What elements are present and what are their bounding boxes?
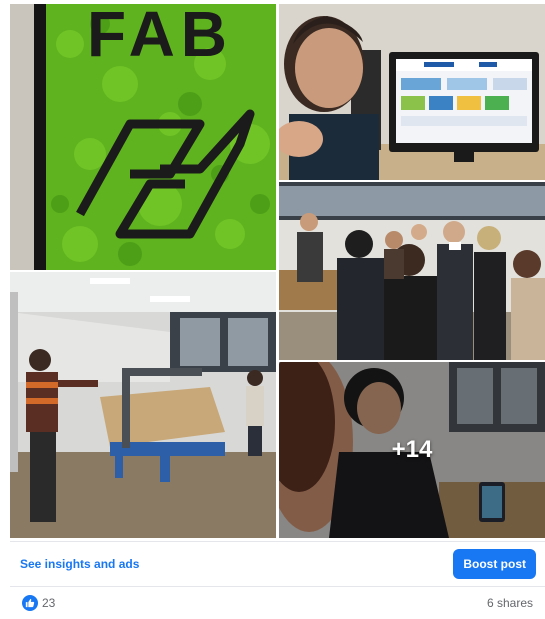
photo-group-visit[interactable] (279, 182, 545, 360)
photo-monitor-presentation[interactable] (279, 4, 545, 180)
insights-link[interactable]: See insights and ads (20, 557, 139, 571)
photo-fab-moss-wall[interactable]: FAB (10, 4, 276, 270)
like-icon (22, 595, 38, 611)
reaction-count: 23 (42, 596, 56, 610)
fab-letters: FAB (87, 4, 233, 70)
post-action-bar: See insights and ads Boost post (10, 541, 545, 587)
photo-cnc-workshop[interactable] (10, 272, 276, 538)
more-photos-count: +14 (279, 362, 545, 538)
boost-post-button[interactable]: Boost post (453, 549, 536, 579)
reactions-summary[interactable]: 23 (22, 595, 55, 611)
post-stats-bar: 23 6 shares (10, 590, 545, 616)
photo-more-images[interactable]: +14 (279, 362, 545, 538)
shares-count[interactable]: 6 shares (487, 596, 533, 610)
